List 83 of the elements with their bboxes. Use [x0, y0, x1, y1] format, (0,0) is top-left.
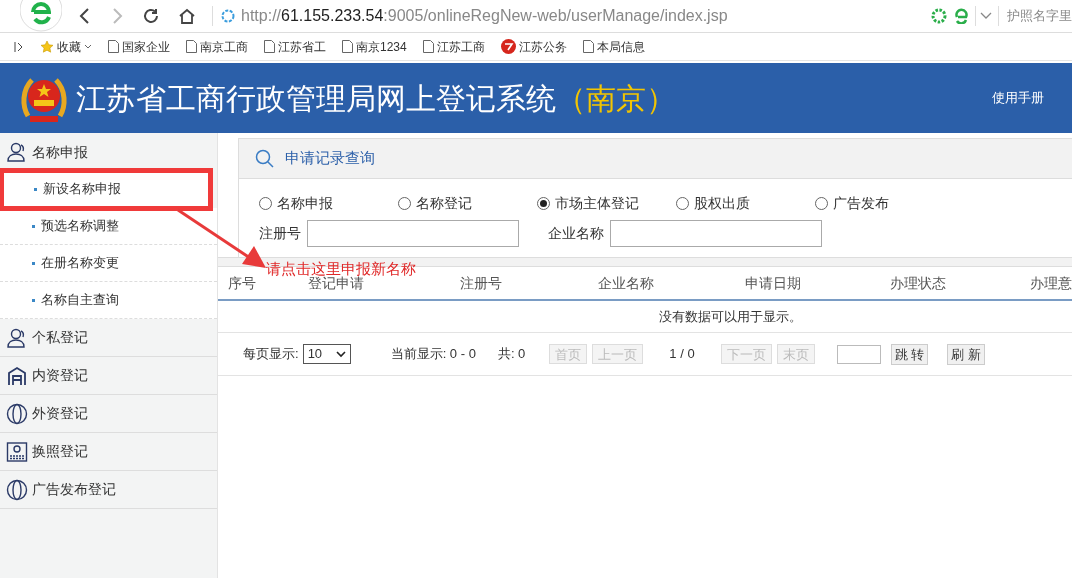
browser-logo-icon[interactable]: [20, 0, 62, 33]
page-icon: [342, 40, 353, 53]
radio-button[interactable]: [815, 197, 828, 210]
city-label: （南京）: [556, 80, 676, 117]
page-number-field[interactable]: [836, 344, 881, 364]
bookmark-link[interactable]: 南京1234: [342, 37, 407, 56]
current-range: 当前显示: 0 - 0: [390, 345, 476, 364]
person-icon: [6, 141, 28, 163]
globe-icon: [6, 478, 28, 501]
back-icon[interactable]: [78, 7, 92, 25]
radio-button[interactable]: [259, 197, 272, 210]
radio-button[interactable]: [398, 197, 411, 210]
logo-icon: [500, 39, 516, 54]
sidebar-toggle-icon[interactable]: [14, 40, 24, 53]
page-size-select[interactable]: 10: [302, 344, 351, 364]
caret-icon[interactable]: [980, 11, 992, 21]
sidebar-item[interactable]: 名称自主查询: [0, 282, 217, 319]
column-header: 申请日期: [745, 273, 802, 293]
page-icon: [264, 40, 275, 53]
field-label: 企业名称: [548, 224, 604, 243]
column-header: 序号: [228, 273, 257, 293]
refresh-button[interactable]: 刷 新: [947, 343, 985, 365]
browser-mark-icon[interactable]: [953, 8, 969, 24]
bookmark-link[interactable]: 江苏省工: [264, 37, 326, 56]
caret-icon: [84, 43, 92, 50]
bullet-icon: [34, 187, 37, 191]
text-field[interactable]: [307, 220, 519, 247]
total-count: 共: 0: [497, 345, 526, 364]
extension-icon[interactable]: [931, 8, 947, 24]
radio-option[interactable]: 名称申报: [259, 193, 398, 214]
site-title: 江苏省工商行政管理局网上登记系统: [76, 80, 556, 117]
certificate-icon: [6, 440, 28, 463]
address-field[interactable]: http://61.155.233.54:9005/onlineRegNew-web/userManage/index.jsp: [241, 4, 728, 28]
globe-icon: [6, 402, 28, 425]
bookmark-link[interactable]: 江苏工商: [422, 37, 485, 56]
sidebar-item[interactable]: 新设名称申报: [2, 171, 210, 208]
bullet-icon: [32, 261, 35, 265]
sidebar-section[interactable]: 名称申报: [0, 133, 217, 171]
bullet-icon: [32, 224, 35, 228]
manual-link[interactable]: 使用手册: [992, 88, 1044, 108]
text-field[interactable]: [610, 220, 822, 247]
bullet-icon: [32, 298, 35, 302]
bookmark-link[interactable]: 国家企业: [108, 37, 170, 56]
person-icon: [6, 326, 28, 349]
globe-icon: [221, 9, 235, 23]
field-label: 注册号: [259, 224, 301, 243]
radio-option[interactable]: 名称登记: [398, 193, 537, 214]
bookmark-link[interactable]: 江苏公务: [500, 37, 567, 56]
bookmark-link[interactable]: 本局信息: [582, 37, 645, 56]
radio-option[interactable]: 广告发布: [815, 193, 954, 214]
radio-button[interactable]: [676, 197, 689, 210]
reload-icon[interactable]: [142, 7, 160, 25]
column-header: 办理意: [1030, 273, 1070, 293]
star-icon: [40, 39, 54, 54]
page-indicator: 1 / 0: [669, 345, 695, 364]
page-icon: [108, 40, 119, 53]
bookmark-link[interactable]: 收藏: [40, 37, 92, 56]
radio-button[interactable]: [537, 197, 550, 210]
building-icon: [6, 364, 28, 387]
sidebar-section[interactable]: 内资登记: [0, 357, 217, 395]
caret-icon: [335, 350, 346, 358]
radio-option[interactable]: 股权出质: [676, 193, 815, 214]
panel-title: 申请记录查询: [285, 148, 375, 169]
sidebar-section[interactable]: 外资登记: [0, 395, 217, 433]
sidebar-item[interactable]: 在册名称变更: [0, 245, 217, 282]
page-icon: [582, 40, 594, 53]
sidebar-section[interactable]: 换照登记: [0, 433, 217, 471]
page-icon: [186, 40, 197, 53]
page-size-label: 每页显示:: [243, 345, 299, 364]
empty-message: 没有数据可以用于显示。: [658, 307, 802, 326]
search-engine-field[interactable]: 护照名字里: [1007, 6, 1072, 26]
annotation-text: 请点击这里申报新名称: [266, 259, 416, 277]
bookmark-link[interactable]: 南京工商: [186, 37, 248, 56]
home-icon[interactable]: [178, 7, 196, 25]
sidebar-section[interactable]: 广告发布登记: [0, 471, 217, 509]
column-header: 办理状态: [890, 273, 947, 293]
radio-option[interactable]: 市场主体登记: [537, 193, 676, 214]
column-header: 企业名称: [598, 273, 655, 293]
column-header: 注册号: [460, 273, 503, 293]
search-icon: [255, 148, 275, 169]
page-icon: [422, 40, 434, 53]
sidebar-section[interactable]: 个私登记: [0, 319, 217, 357]
jump-button[interactable]: 跳 转: [890, 343, 929, 365]
